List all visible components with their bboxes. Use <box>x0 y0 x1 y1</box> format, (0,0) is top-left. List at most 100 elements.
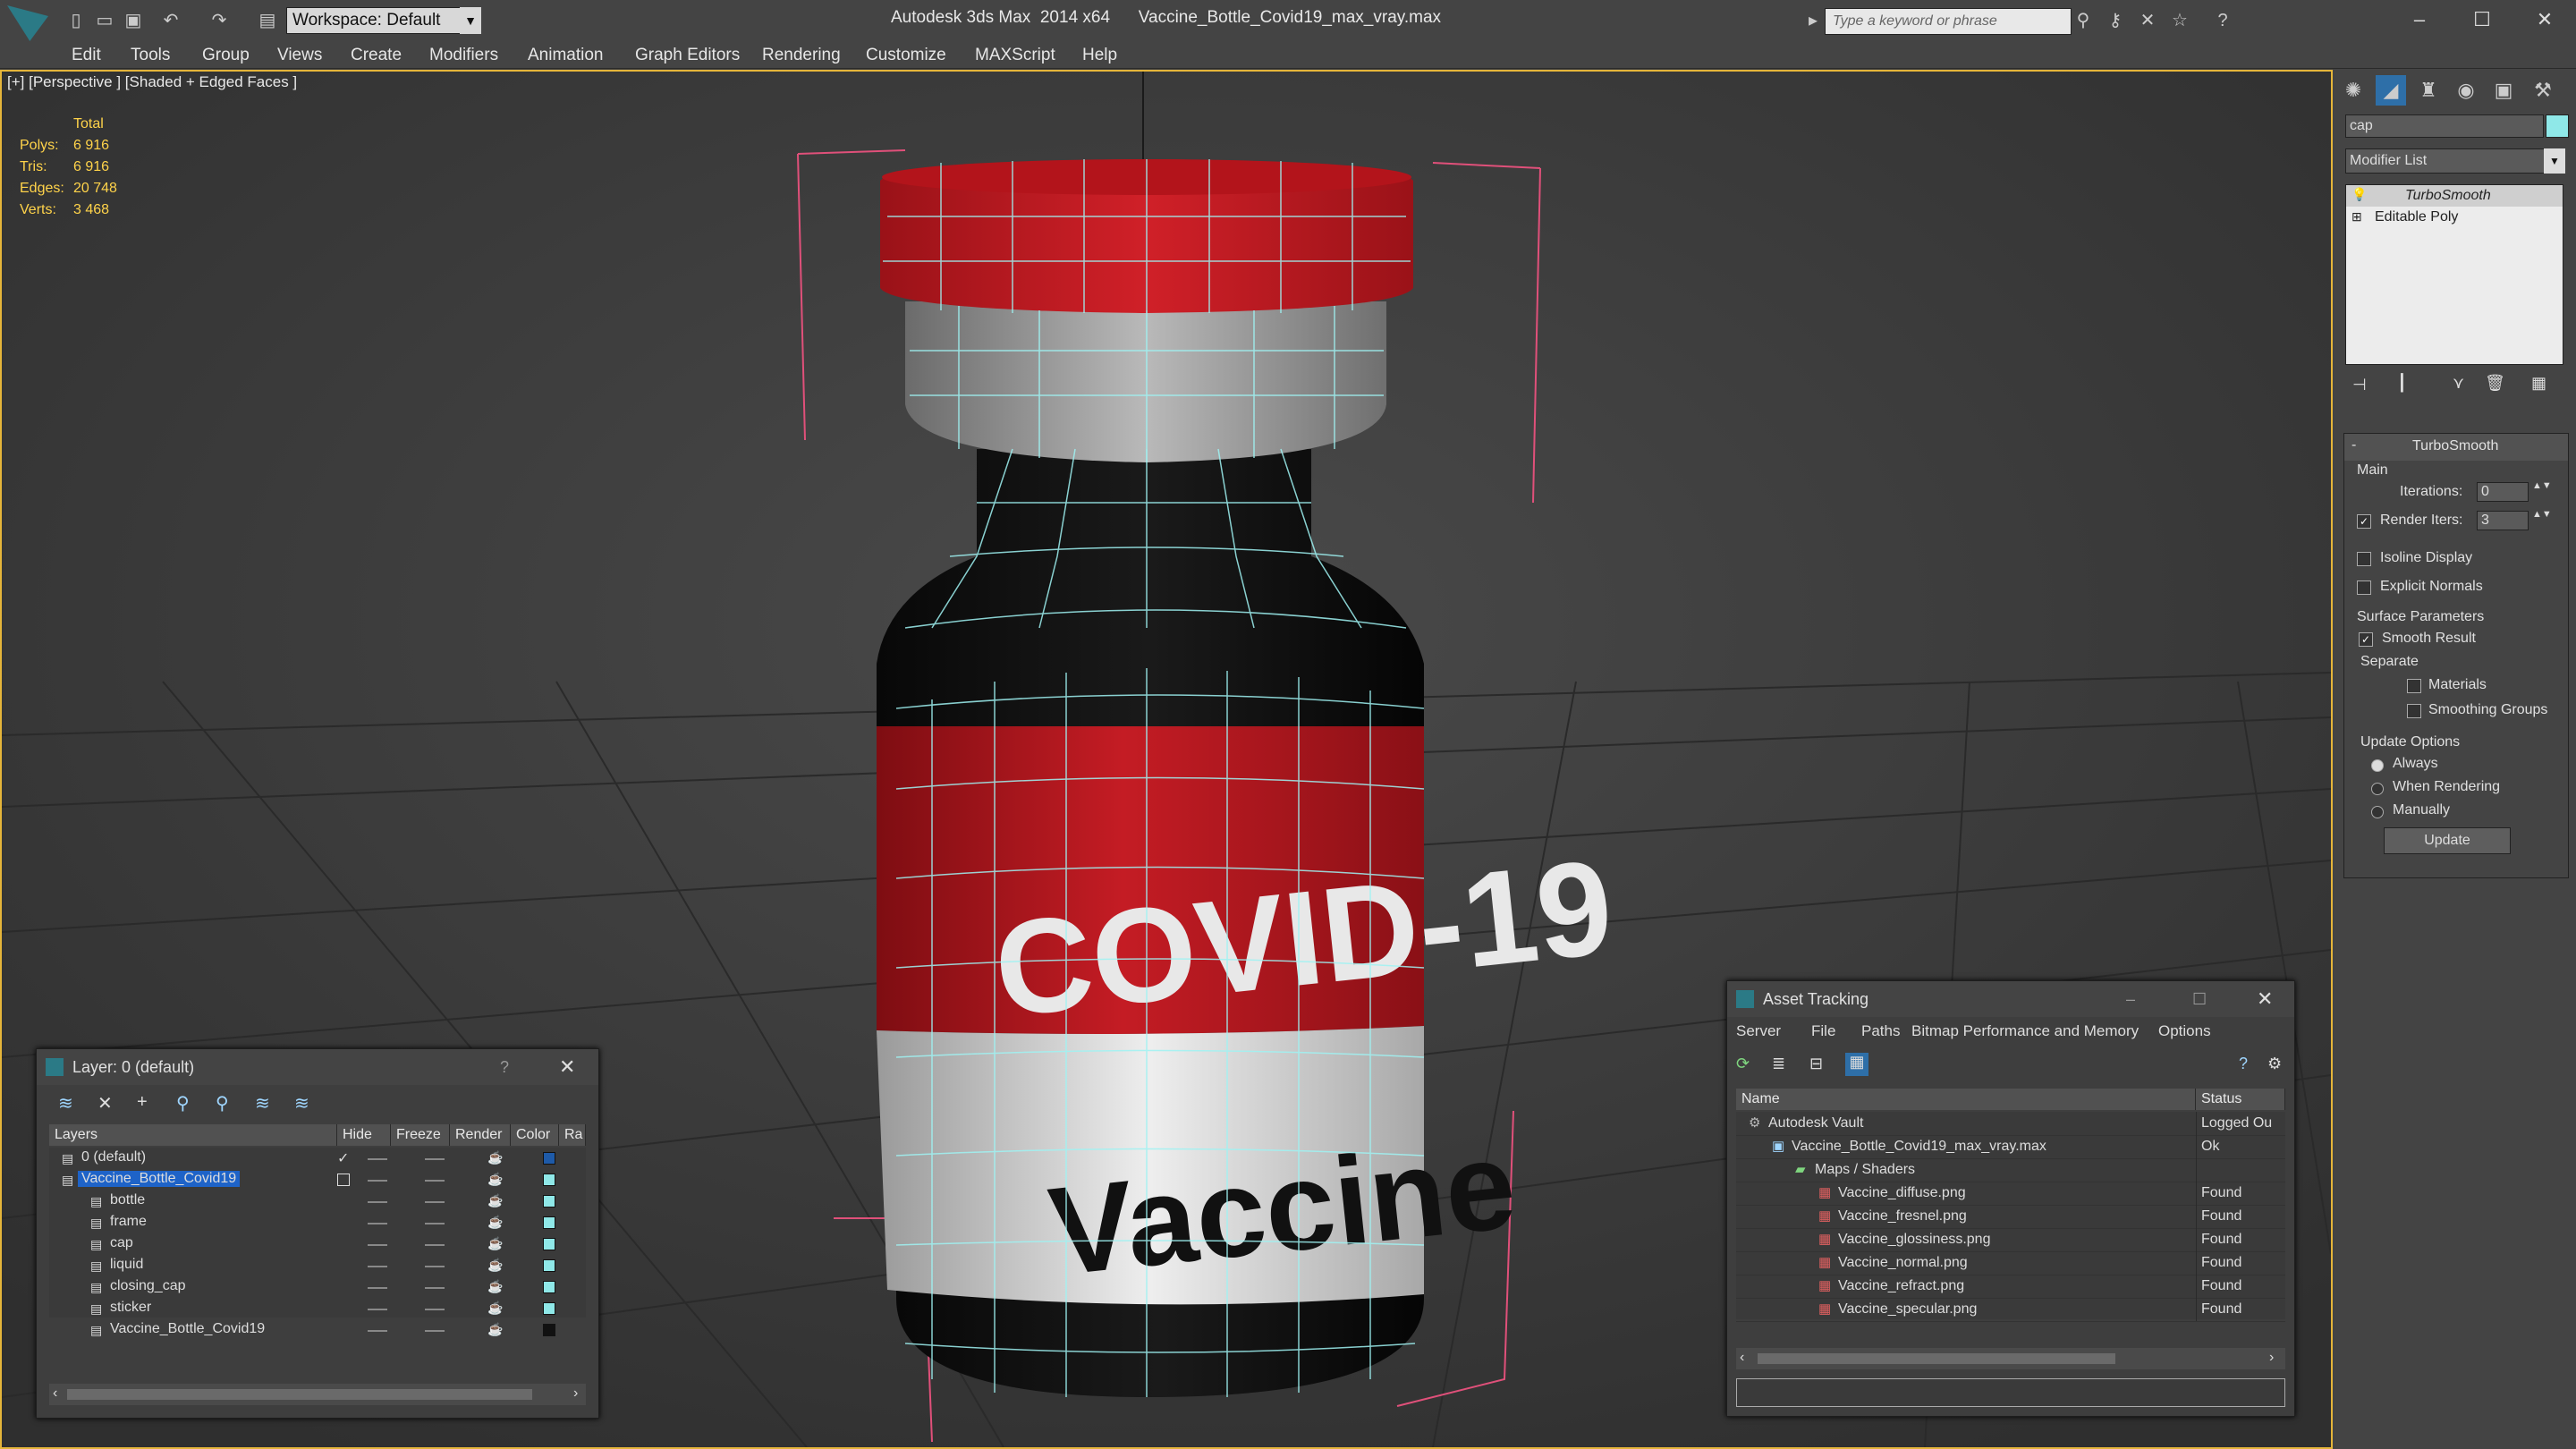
render-teapot-icon[interactable]: ☕ <box>487 1236 503 1251</box>
layer-color-swatch[interactable] <box>543 1152 555 1165</box>
asset-path-field[interactable] <box>1736 1378 2285 1407</box>
help-icon[interactable]: ? <box>500 1049 509 1085</box>
render-teapot-icon[interactable]: ☕ <box>487 1172 503 1187</box>
utilities-tab-icon[interactable]: ⚒ <box>2528 75 2558 106</box>
asset-menu-file[interactable]: File <box>1811 1022 1835 1040</box>
render-teapot-icon[interactable]: ☕ <box>487 1258 503 1273</box>
freeze-toggle[interactable] <box>425 1180 445 1182</box>
workspace-dropdown[interactable]: Workspace: Default <box>286 7 463 34</box>
menu-modifiers[interactable]: Modifiers <box>429 45 498 66</box>
redo-icon[interactable]: ↷ <box>208 9 231 32</box>
asset-row[interactable]: ▦ Vaccine_normal.png Found <box>1736 1251 2285 1275</box>
favorites-star-icon[interactable]: ☆ <box>2168 9 2191 32</box>
menu-tools[interactable]: Tools <box>131 45 170 66</box>
freeze-toggle[interactable] <box>425 1223 445 1224</box>
freeze-toggle[interactable] <box>425 1266 445 1267</box>
configure-sets-icon[interactable]: ▦ <box>2531 374 2546 393</box>
object-name-field[interactable]: cap <box>2345 114 2544 138</box>
iterations-spinner[interactable]: 0 <box>2477 482 2529 502</box>
menu-rendering[interactable]: Rendering <box>762 45 841 66</box>
materials-checkbox[interactable] <box>2407 679 2421 693</box>
layer-row[interactable]: ▤ Vaccine_Bottle_Covid19 ☕ <box>49 1319 586 1341</box>
asset-menu-options[interactable]: Options <box>2158 1022 2211 1040</box>
layer-row[interactable]: ▤ sticker ☕ <box>49 1298 586 1319</box>
freeze-toggle[interactable] <box>425 1309 445 1310</box>
scroll-right-icon[interactable]: › <box>573 1385 578 1402</box>
asset-row[interactable]: ▦ Vaccine_glossiness.png Found <box>1736 1228 2285 1252</box>
layer-color-swatch[interactable] <box>543 1216 555 1229</box>
stack-item-turbosmooth[interactable]: 💡 TurboSmooth <box>2346 185 2563 207</box>
render-teapot-icon[interactable]: ☕ <box>487 1301 503 1316</box>
collapse-minus-icon[interactable]: - <box>2351 437 2356 453</box>
communication-icon[interactable]: ✕ <box>2136 9 2159 32</box>
layer-row[interactable]: ▤ liquid ☕ <box>49 1255 586 1276</box>
open-file-icon[interactable]: ▭ <box>93 9 116 32</box>
column-status[interactable]: Status <box>2196 1089 2285 1110</box>
column-radiosity[interactable]: Ra <box>559 1124 586 1146</box>
scroll-left-icon[interactable]: ‹ <box>53 1385 57 1402</box>
modify-tab-icon[interactable]: ◢ <box>2376 75 2406 106</box>
column-hide[interactable]: Hide <box>337 1124 391 1146</box>
column-color[interactable]: Color <box>511 1124 559 1146</box>
freeze-toggle[interactable] <box>425 1201 445 1203</box>
table-view-icon[interactable]: ▦ <box>1845 1053 1868 1076</box>
freeze-toggle[interactable] <box>425 1158 445 1160</box>
minimize-icon[interactable]: – <box>2388 4 2451 36</box>
modifier-list-dropdown[interactable]: Modifier List <box>2345 148 2547 174</box>
when-rendering-radio[interactable] <box>2371 783 2384 795</box>
workspace-dropdown-arrow-icon[interactable]: ▼ <box>460 7 481 34</box>
layer-color-swatch[interactable] <box>543 1238 555 1250</box>
asset-window-titlebar[interactable]: Asset Tracking – ☐ ✕ <box>1727 981 2294 1017</box>
layer-row[interactable]: ▤ cap ☕ <box>49 1233 586 1255</box>
create-tab-icon[interactable]: ✺ <box>2338 75 2368 106</box>
spinner-arrows-icon[interactable]: ▲▼ <box>2532 480 2552 491</box>
highlight-selected-icon[interactable]: ⚲ <box>216 1092 229 1114</box>
close-icon[interactable]: ✕ <box>559 1049 575 1085</box>
asset-menu-bitmap[interactable]: Bitmap Performance and Memory <box>1911 1022 2139 1040</box>
current-layer-box-icon[interactable] <box>337 1174 350 1186</box>
freeze-all-layers-icon[interactable]: ≋ <box>294 1092 309 1114</box>
menu-help[interactable]: Help <box>1082 45 1117 66</box>
smoothing-groups-checkbox[interactable] <box>2407 704 2421 718</box>
scroll-right-icon[interactable]: › <box>2269 1350 2274 1366</box>
hide-toggle[interactable] <box>368 1180 387 1182</box>
layer-color-swatch[interactable] <box>543 1174 555 1186</box>
subscription-icon[interactable]: ⚷ <box>2104 9 2127 32</box>
render-iters-checkbox[interactable]: ✓ <box>2357 514 2371 529</box>
expand-plus-icon[interactable]: ⊞ <box>2351 209 2362 225</box>
hide-toggle[interactable] <box>368 1266 387 1267</box>
show-end-result-icon[interactable]: ┃ <box>2397 374 2407 393</box>
hide-all-layers-icon[interactable]: ≋ <box>255 1092 270 1114</box>
render-teapot-icon[interactable]: ☕ <box>487 1322 503 1337</box>
rollout-header[interactable]: - TurboSmooth <box>2344 434 2568 461</box>
search-input[interactable]: Type a keyword or phrase <box>1825 8 2072 35</box>
menu-create[interactable]: Create <box>351 45 402 66</box>
layer-color-swatch[interactable] <box>543 1259 555 1272</box>
horizontal-scrollbar[interactable]: ‹ › <box>49 1384 586 1405</box>
menu-animation[interactable]: Animation <box>528 45 604 66</box>
render-teapot-icon[interactable]: ☕ <box>487 1279 503 1294</box>
asset-row[interactable]: ▦ Vaccine_refract.png Found <box>1736 1275 2285 1299</box>
undo-icon[interactable]: ↶ <box>159 9 182 32</box>
layer-window-titlebar[interactable]: Layer: 0 (default) ? ✕ <box>37 1049 598 1085</box>
always-radio[interactable] <box>2371 759 2384 772</box>
pin-stack-icon[interactable]: ⊣ <box>2352 376 2367 394</box>
asset-menu-server[interactable]: Server <box>1736 1022 1781 1040</box>
select-objects-in-layer-icon[interactable]: ⚲ <box>176 1092 190 1114</box>
tree-view-icon[interactable]: ⊟ <box>1809 1055 1823 1073</box>
remove-modifier-icon[interactable]: 🗑 <box>2485 374 2505 393</box>
freeze-toggle[interactable] <box>425 1244 445 1246</box>
layer-row[interactable]: ▤ 0 (default) ✓ ☕ <box>49 1148 586 1169</box>
add-to-layer-icon[interactable]: + <box>137 1092 148 1113</box>
app-logo-icon[interactable] <box>7 5 48 41</box>
project-folder-icon[interactable]: ▤ <box>256 9 279 32</box>
settings-icon[interactable]: ⚙ <box>2267 1055 2282 1073</box>
current-layer-check-icon[interactable]: ✓ <box>337 1149 349 1167</box>
hide-toggle[interactable] <box>368 1287 387 1289</box>
asset-row[interactable]: ▣ Vaccine_Bottle_Covid19_max_vray.max Ok <box>1736 1135 2285 1159</box>
asset-row[interactable]: ▰ Maps / Shaders <box>1736 1158 2285 1182</box>
layer-color-swatch[interactable] <box>543 1281 555 1293</box>
menu-views[interactable]: Views <box>277 45 322 66</box>
light-bulb-icon[interactable]: 💡 <box>2351 187 2367 202</box>
stack-item-editable-poly[interactable]: ⊞ Editable Poly <box>2346 207 2563 228</box>
